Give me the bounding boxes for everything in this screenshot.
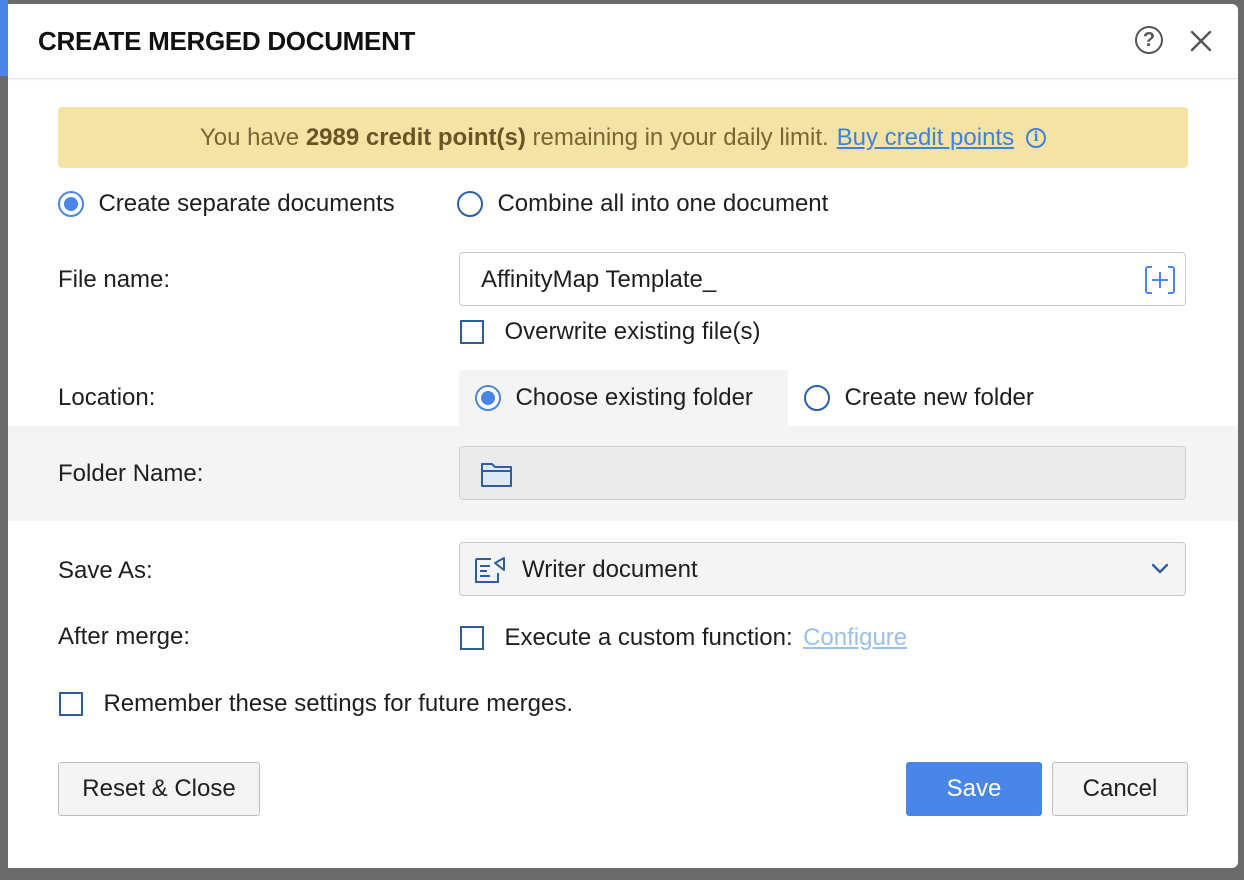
remember-label: Remember these settings for future merge… <box>103 690 573 717</box>
folder-name-label: Folder Name: <box>58 460 204 487</box>
file-name-label: File name: <box>58 266 171 293</box>
radio-combine-label: Combine all into one document <box>497 190 829 217</box>
after-merge-label: After merge: <box>58 623 191 650</box>
overwrite-label: Overwrite existing file(s) <box>504 318 761 345</box>
info-icon[interactable]: i <box>1026 127 1047 148</box>
create-merged-document-dialog: CREATE MERGED DOCUMENT ? You have 2989 c… <box>8 4 1238 868</box>
writer-doc-icon <box>475 557 505 583</box>
radio-new-control[interactable] <box>804 385 830 411</box>
location-label: Location: <box>58 384 156 411</box>
dialog-title: CREATE MERGED DOCUMENT <box>38 26 416 56</box>
save-as-label: Save As: <box>58 557 153 584</box>
radio-create-new-folder[interactable]: Create new folder <box>804 384 1034 414</box>
remember-settings-option[interactable]: Remember these settings for future merge… <box>59 690 573 718</box>
file-name-input[interactable]: AffinityMap Template_ <box>459 252 1186 306</box>
credit-banner: You have 2989 credit point(s) remaining … <box>58 107 1188 168</box>
overwrite-option[interactable]: Overwrite existing file(s) <box>460 318 761 346</box>
radio-combine-control[interactable] <box>457 191 483 217</box>
close-icon[interactable] <box>1188 28 1214 54</box>
remember-checkbox[interactable] <box>59 692 83 716</box>
configure-link[interactable]: Configure <box>803 624 907 651</box>
cancel-button[interactable]: Cancel <box>1052 762 1188 816</box>
banner-prefix: You have <box>199 123 300 151</box>
dialog-header: CREATE MERGED DOCUMENT ? <box>8 4 1238 79</box>
buy-credit-points-link[interactable]: Buy credit points <box>837 124 1014 152</box>
custom-function-label: Execute a custom function: <box>504 624 793 651</box>
window-accent-strip <box>0 0 8 76</box>
folder-name-input[interactable] <box>459 446 1186 500</box>
radio-existing-label: Choose existing folder <box>515 384 753 411</box>
radio-separate-label: Create separate documents <box>98 190 395 217</box>
chevron-down-icon[interactable] <box>1150 561 1170 577</box>
file-name-value: AffinityMap Template_ <box>481 266 717 293</box>
radio-create-separate[interactable]: Create separate documents <box>58 190 395 220</box>
radio-new-label: Create new folder <box>844 384 1034 411</box>
radio-separate-control[interactable] <box>58 191 84 217</box>
folder-icon[interactable] <box>480 460 514 488</box>
banner-suffix: remaining in your daily limit. <box>532 123 829 151</box>
custom-function-checkbox[interactable] <box>460 626 484 650</box>
save-as-value: Writer document <box>522 556 698 583</box>
banner-credits: 2989 credit point(s) <box>305 123 526 151</box>
custom-function-option[interactable]: Execute a custom function: Configure <box>460 624 907 652</box>
save-as-select[interactable]: Writer document <box>459 542 1186 596</box>
overwrite-checkbox[interactable] <box>460 320 484 344</box>
radio-existing-control[interactable] <box>475 385 501 411</box>
reset-close-button[interactable]: Reset & Close <box>58 762 260 816</box>
help-icon[interactable]: ? <box>1135 26 1163 54</box>
insert-field-icon[interactable] <box>1144 265 1176 295</box>
radio-choose-existing-folder[interactable]: Choose existing folder <box>475 384 753 414</box>
radio-combine-all[interactable]: Combine all into one document <box>457 190 828 220</box>
save-button[interactable]: Save <box>906 762 1042 816</box>
